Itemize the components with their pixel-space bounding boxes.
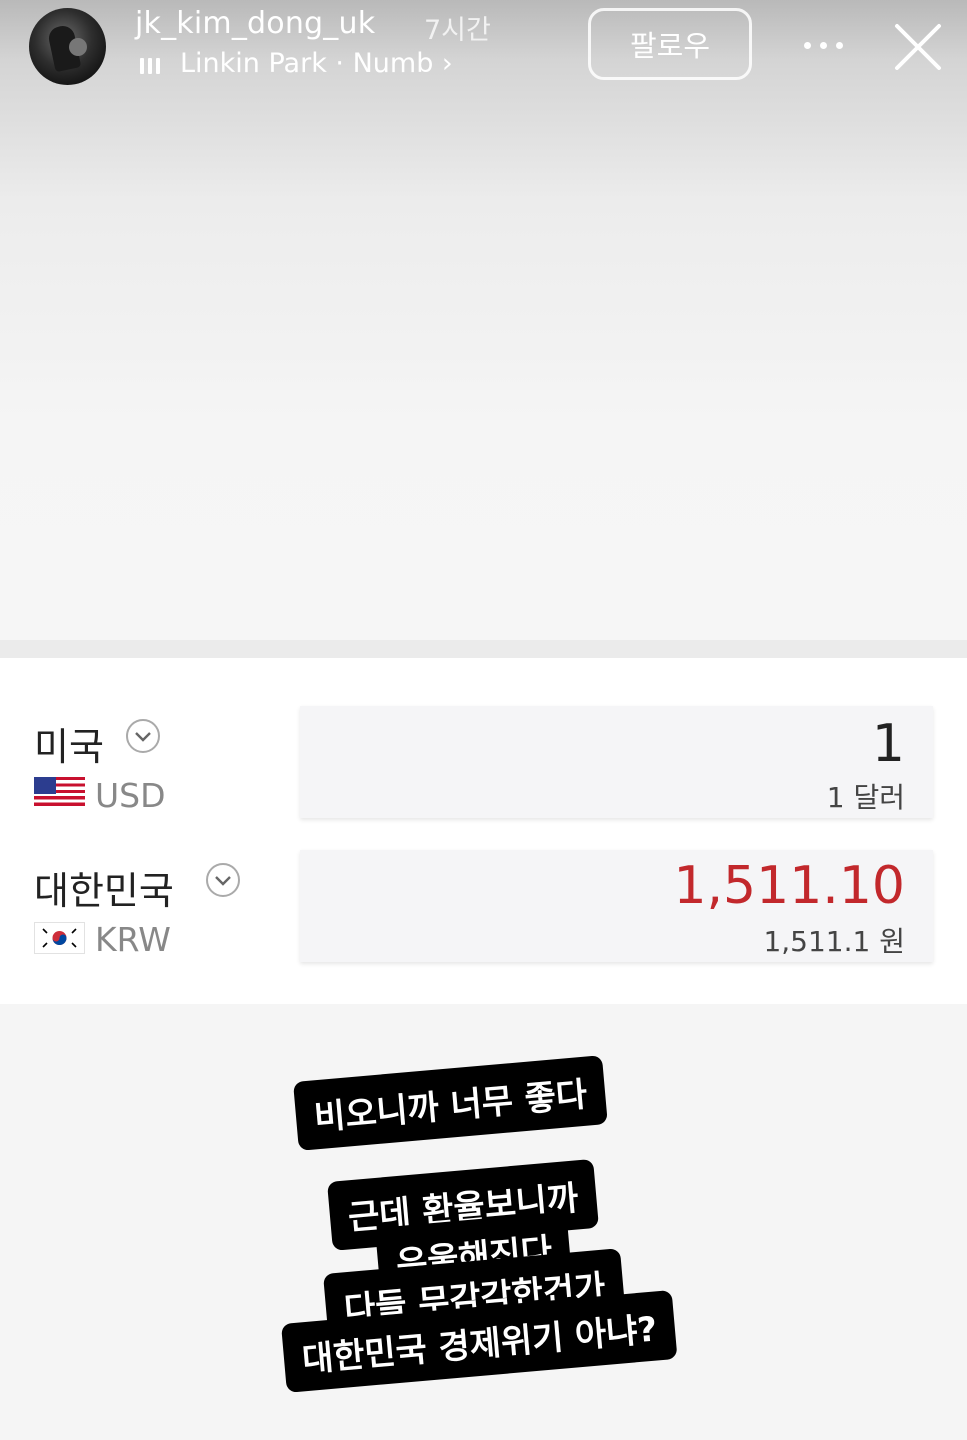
- kr-flag-icon: [34, 922, 85, 954]
- us-flag-icon: [34, 777, 85, 809]
- follow-button[interactable]: 팔로우: [588, 8, 752, 80]
- from-currency-code: USD: [95, 776, 166, 815]
- to-currency-code: KRW: [95, 920, 171, 959]
- close-icon[interactable]: [893, 22, 943, 72]
- divider-band: [0, 640, 967, 658]
- chevron-down-icon[interactable]: [126, 719, 160, 753]
- more-options-icon[interactable]: [804, 42, 844, 50]
- music-track[interactable]: Linkin Park · Numb ›: [180, 48, 453, 79]
- from-amount-field[interactable]: 1 1 달러: [300, 706, 933, 818]
- from-amount: 1: [871, 714, 905, 774]
- time-ago: 7시간: [424, 15, 491, 46]
- to-country[interactable]: 대한민국: [34, 860, 174, 915]
- username[interactable]: jk_kim_dong_uk: [135, 6, 375, 41]
- story-background: [0, 0, 967, 640]
- from-country[interactable]: 미국: [34, 716, 104, 771]
- avatar-figure-head: [69, 38, 87, 56]
- to-amount-field[interactable]: 1,511.10 1,511.1 원: [300, 850, 933, 962]
- from-amount-words: 1 달러: [826, 781, 905, 814]
- avatar[interactable]: [29, 8, 106, 85]
- chevron-down-icon[interactable]: [206, 863, 240, 897]
- to-amount-words: 1,511.1 원: [763, 925, 905, 958]
- to-amount: 1,511.10: [673, 856, 905, 916]
- music-bars-icon: [140, 56, 166, 74]
